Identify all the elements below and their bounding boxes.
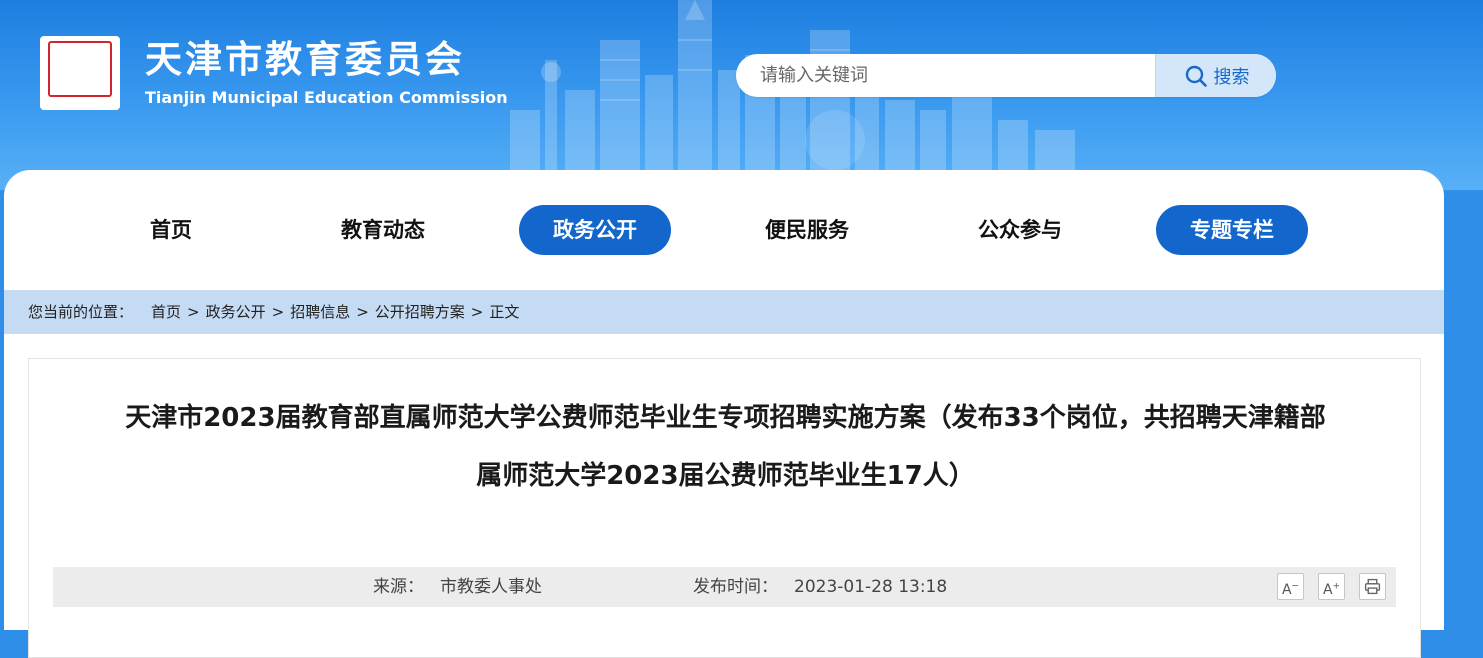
publish-time-label: 发布时间： [693, 577, 778, 597]
font-increase-icon: A+ [1322, 581, 1341, 598]
source-value: 市教委人事处 [440, 577, 542, 597]
breadcrumb-separator: > [187, 303, 200, 321]
site-logo[interactable] [40, 36, 120, 110]
article-card: 天津市2023届教育部直属师范大学公费师范毕业生专项招聘实施方案（发布33个岗位… [28, 358, 1421, 658]
breadcrumb: 您当前的位置： 首页 > 政务公开 > 招聘信息 > 公开招聘方案 > 正文 [4, 290, 1444, 334]
article-source: 来源： 市教委人事处 [373, 567, 542, 607]
breadcrumb-current: 正文 [489, 303, 520, 321]
breadcrumb-home[interactable]: 首页 [151, 303, 181, 321]
print-icon [1364, 578, 1381, 599]
nav-special-topics[interactable]: 专题专栏 [1156, 205, 1308, 255]
nav-home[interactable]: 首页 [95, 205, 247, 255]
search-button[interactable]: 搜索 [1155, 54, 1276, 97]
publish-time-value: 2023-01-28 13:18 [794, 577, 948, 597]
header-banner: 天津市教育委员会 Tianjin Municipal Education Com… [0, 0, 1483, 190]
nav-public-services[interactable]: 便民服务 [731, 205, 883, 255]
logo-seal [48, 41, 112, 97]
font-decrease-button[interactable]: A− [1277, 573, 1304, 600]
breadcrumb-separator: > [356, 303, 369, 321]
nav-public-participation[interactable]: 公众参与 [944, 205, 1096, 255]
breadcrumb-separator: > [271, 303, 285, 321]
font-increase-button[interactable]: A+ [1318, 573, 1345, 600]
search-bar: 搜索 [736, 54, 1276, 97]
site-subtitle: Tianjin Municipal Education Commission [145, 88, 508, 107]
font-decrease-icon: A− [1281, 581, 1300, 598]
article-title: 天津市2023届教育部直属师范大学公费师范毕业生专项招聘实施方案（发布33个岗位… [29, 389, 1422, 505]
article-publish-time: 发布时间： 2023-01-28 13:18 [693, 567, 947, 607]
site-title[interactable]: 天津市教育委员会 [145, 38, 465, 82]
search-icon [1184, 64, 1208, 88]
article-title-line-1: 天津市2023届教育部直属师范大学公费师范毕业生专项招聘实施方案（发布33个岗位… [125, 403, 1326, 433]
source-label: 来源： [373, 577, 424, 597]
breadcrumb-government-affairs[interactable]: 政务公开 [206, 303, 266, 321]
nav-education-news[interactable]: 教育动态 [307, 205, 459, 255]
content-panel: 首页 教育动态 政务公开 便民服务 公众参与 专题专栏 您当前的位置： 首页 > 政… [4, 170, 1444, 658]
breadcrumb-recruitment-plans[interactable]: 公开招聘方案 [375, 303, 465, 321]
search-button-label: 搜索 [1213, 66, 1250, 88]
breadcrumb-separator: > [470, 303, 484, 321]
breadcrumb-path: 首页 > 政务公开 > 招聘信息 > 公开招聘方案 > 正文 [151, 290, 519, 334]
print-button[interactable] [1359, 573, 1386, 600]
breadcrumb-recruitment-info[interactable]: 招聘信息 [290, 303, 350, 321]
search-input[interactable] [736, 54, 1154, 97]
breadcrumb-lead: 您当前的位置： [28, 303, 134, 321]
nav-government-affairs[interactable]: 政务公开 [519, 205, 671, 255]
article-title-line-2: 属师范大学2023届公费师范毕业生17人） [476, 461, 975, 491]
article-meta-bar: 来源： 市教委人事处 发布时间： 2023-01-28 13:18 A− A+ [53, 567, 1396, 607]
